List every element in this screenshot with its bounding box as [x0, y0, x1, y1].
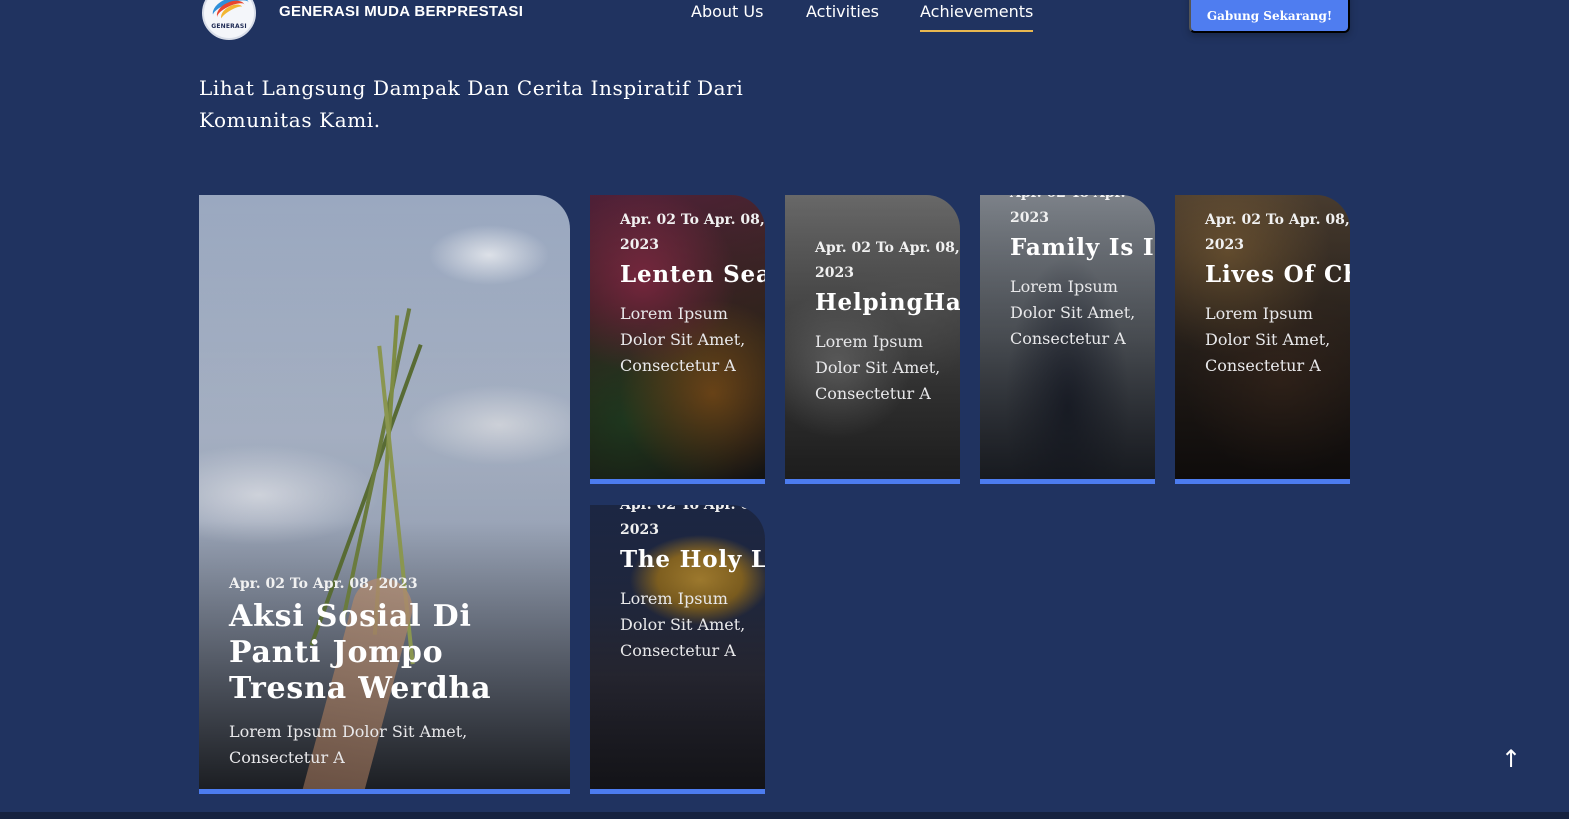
card-description: Lorem Ipsum Dolor Sit Amet, Consectetur …	[229, 722, 468, 767]
card-date: Apr. 02 To Apr. 08, 2023	[229, 576, 418, 592]
card-content: Apr. 02 To Apr. 08, 2023 The Holy Land L…	[620, 505, 765, 664]
card-description: Lorem Ipsum Dolor Sit Amet, Consectetur …	[1010, 277, 1136, 348]
card-content: Apr. 02 To Apr. 08, 2023 Aksi Sosial Di …	[229, 572, 549, 771]
logo[interactable]: GENERASI	[202, 0, 256, 40]
card-featured-aksi-sosial[interactable]: Apr. 02 To Apr. 08, 2023 Aksi Sosial Di …	[199, 195, 570, 794]
card-title: The Holy Land	[620, 546, 765, 573]
card-title: Lives Of Children	[1205, 261, 1350, 288]
page-tagline: Lihat Langsung Dampak Dan Cerita Inspira…	[199, 76, 744, 132]
logo-text: GENERASI	[211, 23, 247, 30]
card-title: Family Is Important	[1010, 234, 1155, 261]
card-date: Apr. 02 To Apr. 08, 2023	[815, 240, 960, 281]
card-date: Apr. 02 To Apr. 08, 2023	[1205, 212, 1350, 253]
card-content: Apr. 02 To Apr. 08, 2023 HelpingHands Lo…	[815, 236, 960, 407]
card-content: Apr. 02 To Apr. 08, 2023 Family Is Impor…	[1010, 195, 1155, 352]
join-now-button[interactable]: Gabung Sekarang!	[1189, 0, 1350, 33]
card-description: Lorem Ipsum Dolor Sit Amet, Consectetur …	[620, 589, 746, 660]
card-description: Lorem Ipsum Dolor Sit Amet, Consectetur …	[815, 332, 941, 403]
nav-about-us[interactable]: About Us	[691, 2, 763, 21]
scroll-to-top-icon[interactable]: ↑	[1498, 742, 1524, 776]
footer-edge	[0, 812, 1569, 819]
card-date: Apr. 02 To Apr. 08, 2023	[620, 212, 765, 253]
card-description: Lorem Ipsum Dolor Sit Amet, Consectetur …	[1205, 304, 1331, 375]
card-content: Apr. 02 To Apr. 08, 2023 Lenten Season L…	[620, 208, 765, 379]
nav-achievements[interactable]: Achievements	[920, 2, 1034, 32]
card-family-is-important[interactable]: Apr. 02 To Apr. 08, 2023 Family Is Impor…	[980, 195, 1155, 484]
card-title: Aksi Sosial Di Panti Jompo Tresna Werdha	[229, 599, 492, 706]
brand-name[interactable]: GENERASI MUDA BERPRESTASI	[279, 3, 523, 20]
card-description: Lorem Ipsum Dolor Sit Amet, Consectetur …	[620, 304, 746, 375]
card-date: Apr. 02 To Apr. 08, 2023	[620, 505, 765, 538]
card-content: Apr. 02 To Apr. 08, 2023 Lives Of Childr…	[1205, 208, 1350, 379]
card-helping-hands[interactable]: Apr. 02 To Apr. 08, 2023 HelpingHands Lo…	[785, 195, 960, 484]
card-title: Lenten Season	[620, 261, 765, 288]
card-lenten-season[interactable]: Apr. 02 To Apr. 08, 2023 Lenten Season L…	[590, 195, 765, 484]
card-the-holy-land[interactable]: Apr. 02 To Apr. 08, 2023 The Holy Land L…	[590, 505, 765, 794]
card-date: Apr. 02 To Apr. 08, 2023	[1010, 195, 1155, 226]
card-title: HelpingHands	[815, 289, 960, 316]
nav-activities[interactable]: Activities	[806, 2, 879, 21]
card-lives-of-children[interactable]: Apr. 02 To Apr. 08, 2023 Lives Of Childr…	[1175, 195, 1350, 484]
